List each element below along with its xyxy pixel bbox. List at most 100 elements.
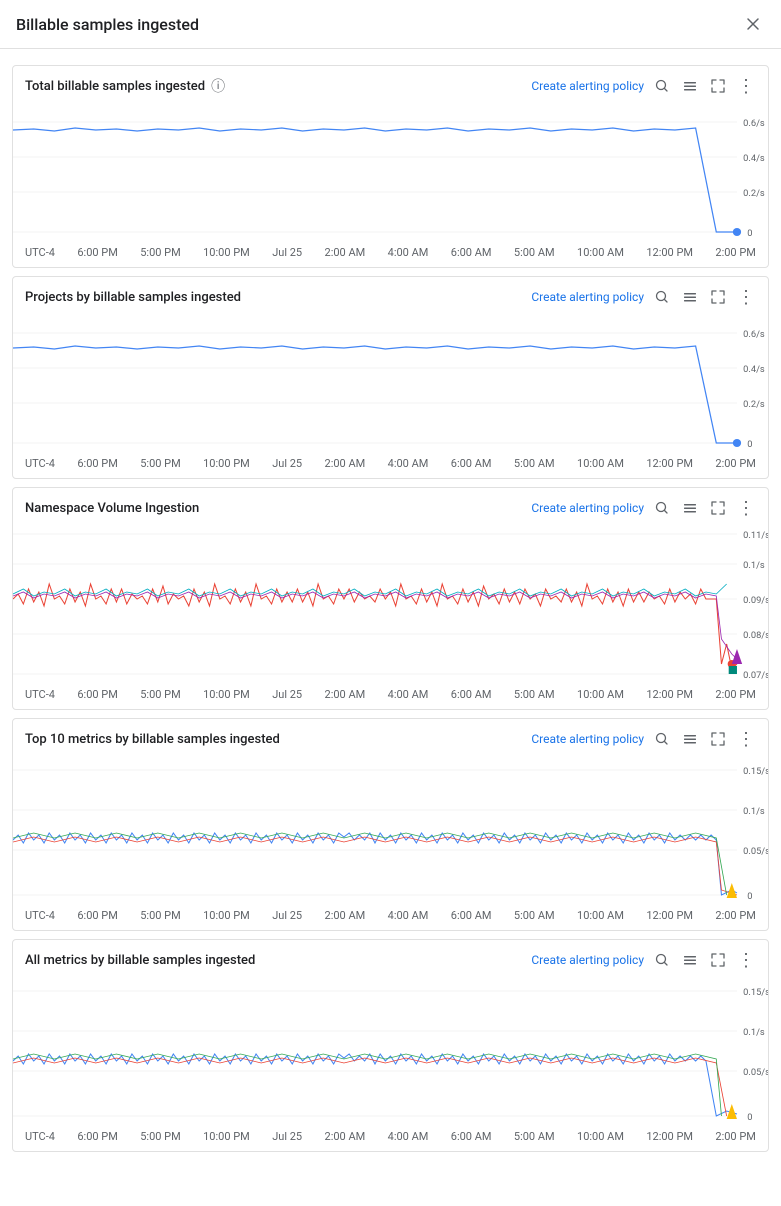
x-label: 6:00 AM bbox=[451, 909, 492, 922]
x-label: 12:00 PM bbox=[646, 1130, 693, 1143]
x-label: 10:00 PM bbox=[203, 457, 250, 470]
more-icon-3[interactable]: ⋮ bbox=[736, 498, 756, 518]
svg-text:0.6/s: 0.6/s bbox=[743, 119, 765, 129]
x-label: 2:00 AM bbox=[325, 457, 366, 470]
chart-footer-1: UTC-4 6:00 PM 5:00 PM 10:00 PM Jul 25 2:… bbox=[13, 242, 768, 267]
chart-actions-4: Create alerting policy ⋮ bbox=[531, 729, 756, 749]
x-label: 4:00 AM bbox=[388, 688, 429, 701]
chart-actions-1: Create alerting policy ⋮ bbox=[531, 76, 756, 96]
fullscreen-icon-3[interactable] bbox=[708, 498, 728, 518]
x-label: 5:00 PM bbox=[140, 688, 180, 701]
chart-title-area-3: Namespace Volume Ingestion bbox=[25, 501, 199, 516]
chart-title-1: Total billable samples ingested bbox=[25, 79, 205, 94]
legend-icon-5[interactable] bbox=[680, 950, 700, 970]
create-alert-link-1[interactable]: Create alerting policy bbox=[531, 79, 644, 93]
x-label: 6:00 AM bbox=[451, 688, 492, 701]
svg-text:0.1/s: 0.1/s bbox=[743, 1028, 765, 1038]
chart-header-5: All metrics by billable samples ingested… bbox=[13, 940, 768, 976]
x-label: UTC-4 bbox=[25, 1130, 55, 1143]
chart-inner-5: 0.15/s 0.1/s 0.05/s 0 bbox=[13, 976, 768, 1126]
chart-inner-2: 0.6/s 0.4/s 0.2/s 0 bbox=[13, 313, 768, 453]
chart-svg-3: 0.11/s 0.1/s 0.09/s 0.08/s 0.07/s bbox=[13, 524, 768, 684]
chart-inner-1: 0.6/s 0.4/s 0.2/s 0 bbox=[13, 102, 768, 242]
x-label: 10:00 AM bbox=[577, 909, 624, 922]
x-label: Jul 25 bbox=[272, 909, 302, 922]
create-alert-link-4[interactable]: Create alerting policy bbox=[531, 732, 644, 746]
legend-icon-2[interactable] bbox=[680, 287, 700, 307]
x-label: 12:00 PM bbox=[646, 909, 693, 922]
svg-text:0.4/s: 0.4/s bbox=[743, 154, 765, 164]
fullscreen-icon-4[interactable] bbox=[708, 729, 728, 749]
x-label: 2:00 AM bbox=[325, 1130, 366, 1143]
create-alert-link-3[interactable]: Create alerting policy bbox=[531, 501, 644, 515]
chart-actions-2: Create alerting policy ⋮ bbox=[531, 287, 756, 307]
svg-text:0.6/s: 0.6/s bbox=[743, 330, 765, 340]
chart-actions-5: Create alerting policy ⋮ bbox=[531, 950, 756, 970]
x-label: 2:00 AM bbox=[325, 688, 366, 701]
x-label: 12:00 PM bbox=[646, 457, 693, 470]
chart-title-area-4: Top 10 metrics by billable samples inges… bbox=[25, 732, 280, 747]
create-alert-link-2[interactable]: Create alerting policy bbox=[531, 290, 644, 304]
x-label: 10:00 PM bbox=[203, 909, 250, 922]
x-label: 2:00 AM bbox=[325, 909, 366, 922]
x-label: 2:00 PM bbox=[715, 688, 755, 701]
chart-header-4: Top 10 metrics by billable samples inges… bbox=[13, 719, 768, 755]
chart-svg-2: 0.6/s 0.4/s 0.2/s 0 bbox=[13, 313, 768, 453]
search-icon-4[interactable] bbox=[652, 729, 672, 749]
chart-panel-all-metrics: All metrics by billable samples ingested… bbox=[12, 939, 769, 1152]
svg-text:0.4/s: 0.4/s bbox=[743, 365, 765, 375]
create-alert-link-5[interactable]: Create alerting policy bbox=[531, 953, 644, 967]
svg-text:0.09/s: 0.09/s bbox=[743, 596, 768, 606]
chart-footer-3: UTC-4 6:00 PM 5:00 PM 10:00 PM Jul 25 2:… bbox=[13, 684, 768, 709]
svg-text:0.2/s: 0.2/s bbox=[743, 400, 765, 410]
x-label: 4:00 AM bbox=[388, 909, 429, 922]
chart-svg-5: 0.15/s 0.1/s 0.05/s 0 bbox=[13, 976, 768, 1126]
more-icon-5[interactable]: ⋮ bbox=[736, 950, 756, 970]
svg-text:0.15/s: 0.15/s bbox=[743, 988, 768, 998]
modal-header: Billable samples ingested bbox=[0, 0, 781, 49]
x-label: Jul 25 bbox=[272, 246, 302, 259]
chart-panel-top10: Top 10 metrics by billable samples inges… bbox=[12, 718, 769, 931]
x-label: 10:00 PM bbox=[203, 1130, 250, 1143]
chart-footer-4: UTC-4 6:00 PM 5:00 PM 10:00 PM Jul 25 2:… bbox=[13, 905, 768, 930]
svg-text:0.11/s: 0.11/s bbox=[743, 531, 768, 541]
legend-icon-3[interactable] bbox=[680, 498, 700, 518]
fullscreen-icon-1[interactable] bbox=[708, 76, 728, 96]
x-label: Jul 25 bbox=[272, 1130, 302, 1143]
search-icon-2[interactable] bbox=[652, 287, 672, 307]
charts-container: Total billable samples ingested ⓘ Create… bbox=[0, 49, 781, 1168]
x-label: 5:00 AM bbox=[514, 457, 555, 470]
search-icon-5[interactable] bbox=[652, 950, 672, 970]
x-label: 5:00 PM bbox=[140, 457, 180, 470]
chart-title-3: Namespace Volume Ingestion bbox=[25, 501, 199, 516]
x-label: 4:00 AM bbox=[388, 457, 429, 470]
search-icon-3[interactable] bbox=[652, 498, 672, 518]
chart-panel-projects-billable: Projects by billable samples ingested Cr… bbox=[12, 276, 769, 479]
legend-icon-4[interactable] bbox=[680, 729, 700, 749]
x-label: 5:00 AM bbox=[514, 246, 555, 259]
chart-svg-1: 0.6/s 0.4/s 0.2/s 0 bbox=[13, 102, 768, 242]
x-label: 5:00 AM bbox=[514, 688, 555, 701]
x-label: 5:00 AM bbox=[514, 1130, 555, 1143]
x-label: 5:00 PM bbox=[140, 1130, 180, 1143]
x-label: 10:00 AM bbox=[577, 457, 624, 470]
x-label: 10:00 AM bbox=[577, 1130, 624, 1143]
chart-actions-3: Create alerting policy ⋮ bbox=[531, 498, 756, 518]
more-icon-4[interactable]: ⋮ bbox=[736, 729, 756, 749]
x-label: 6:00 AM bbox=[451, 246, 492, 259]
x-label: 2:00 PM bbox=[715, 1130, 755, 1143]
more-icon-2[interactable]: ⋮ bbox=[736, 287, 756, 307]
info-icon-1[interactable]: ⓘ bbox=[211, 76, 225, 96]
svg-text:0: 0 bbox=[747, 1113, 752, 1123]
x-label: 6:00 PM bbox=[77, 246, 117, 259]
fullscreen-icon-2[interactable] bbox=[708, 287, 728, 307]
more-icon-1[interactable]: ⋮ bbox=[736, 76, 756, 96]
chart-header-1: Total billable samples ingested ⓘ Create… bbox=[13, 66, 768, 102]
svg-text:0: 0 bbox=[747, 440, 752, 450]
x-label: 2:00 PM bbox=[715, 909, 755, 922]
legend-icon-1[interactable] bbox=[680, 76, 700, 96]
x-label: UTC-4 bbox=[25, 909, 55, 922]
close-button[interactable] bbox=[741, 12, 765, 36]
fullscreen-icon-5[interactable] bbox=[708, 950, 728, 970]
search-icon-1[interactable] bbox=[652, 76, 672, 96]
